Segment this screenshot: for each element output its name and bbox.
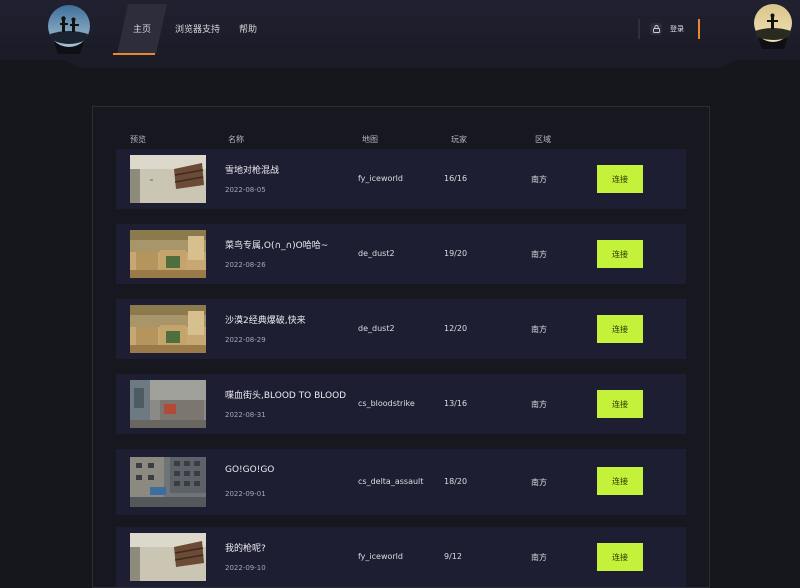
header-map: 地图 (362, 135, 378, 144)
header-name: 名称 (228, 135, 244, 144)
server-players: 13/16 (444, 399, 468, 408)
server-region: 南方 (531, 478, 547, 487)
server-map: fy_iceworld (358, 552, 403, 561)
server-region: 南方 (531, 400, 547, 409)
header-lip (60, 58, 740, 68)
lock-icon (650, 23, 662, 35)
login-label: 登录 (670, 25, 684, 33)
server-list-panel: 预览 名称 地图 玩家 区域 雪地对枪混战 2022-08-05 fy_icew… (92, 106, 710, 588)
server-row: 雪地对枪混战 2022-08-05 fy_iceworld 16/16 南方 连… (116, 149, 686, 209)
server-name: 喋血街头,BLOOD TO BLOOD (225, 391, 347, 401)
server-name: GO!GO!GO (225, 465, 275, 475)
map-preview-image (130, 533, 206, 581)
server-region: 南方 (531, 175, 547, 184)
connect-button[interactable]: 连接 (597, 467, 643, 495)
server-region: 南方 (531, 250, 547, 259)
header-region: 区域 (535, 135, 551, 144)
server-players: 19/20 (444, 249, 468, 258)
nav-active-underline (113, 53, 155, 55)
logo-left-icon[interactable] (46, 4, 92, 54)
server-players: 16/16 (444, 174, 468, 183)
server-name: 雪地对枪混战 (225, 166, 280, 176)
server-name: 沙漠2经典爆破,快来 (225, 316, 306, 326)
connect-button[interactable]: 连接 (597, 543, 643, 571)
server-date: 2022-08-26 (225, 261, 266, 269)
login-button[interactable]: 登录 (638, 19, 700, 39)
server-name: 我的枪呢? (225, 544, 266, 554)
map-preview-image (130, 457, 206, 507)
connect-button[interactable]: 连接 (597, 165, 643, 193)
server-row: 喋血街头,BLOOD TO BLOOD 2022-08-31 cs_bloods… (116, 374, 686, 434)
server-date: 2022-08-05 (225, 186, 266, 194)
map-preview-image (130, 380, 206, 428)
server-players: 9/12 (444, 552, 462, 561)
connect-button[interactable]: 连接 (597, 315, 643, 343)
map-preview-image (130, 230, 206, 278)
server-name: 菜鸟专属,O(∩_∩)O哈哈~ (225, 241, 329, 251)
server-row: 沙漠2经典爆破,快来 2022-08-29 de_dust2 12/20 南方 … (116, 299, 686, 359)
server-date: 2022-08-29 (225, 336, 266, 344)
server-date: 2022-08-31 (225, 411, 266, 419)
server-row: 我的枪呢? 2022-09-10 fy_iceworld 9/12 南方 连接 (116, 527, 686, 587)
logo-right-icon (754, 4, 792, 49)
top-header: 主页 浏览器支持 帮助 登录 (0, 0, 800, 60)
server-players: 18/20 (444, 477, 468, 486)
server-region: 南方 (531, 553, 547, 562)
header-players: 玩家 (451, 135, 467, 144)
server-players: 12/20 (444, 324, 468, 333)
server-map: de_dust2 (358, 324, 395, 333)
server-map: fy_iceworld (358, 174, 403, 183)
header-preview: 预览 (130, 135, 146, 144)
nav-help[interactable]: 帮助 (239, 20, 257, 40)
connect-button[interactable]: 连接 (597, 390, 643, 418)
nav-home[interactable]: 主页 (133, 20, 151, 40)
server-row: 菜鸟专属,O(∩_∩)O哈哈~ 2022-08-26 de_dust2 19/2… (116, 224, 686, 284)
server-row: GO!GO!GO 2022-09-01 cs_delta_assault 18/… (116, 449, 686, 515)
connect-button[interactable]: 连接 (597, 240, 643, 268)
server-map: de_dust2 (358, 249, 395, 258)
server-map: cs_delta_assault (358, 477, 424, 486)
map-preview-image (130, 305, 206, 353)
server-date: 2022-09-01 (225, 490, 266, 498)
nav-browser-support[interactable]: 浏览器支持 (175, 20, 220, 40)
server-date: 2022-09-10 (225, 564, 266, 572)
map-preview-image (130, 155, 206, 203)
server-region: 南方 (531, 325, 547, 334)
server-map: cs_bloodstrike (358, 399, 415, 408)
